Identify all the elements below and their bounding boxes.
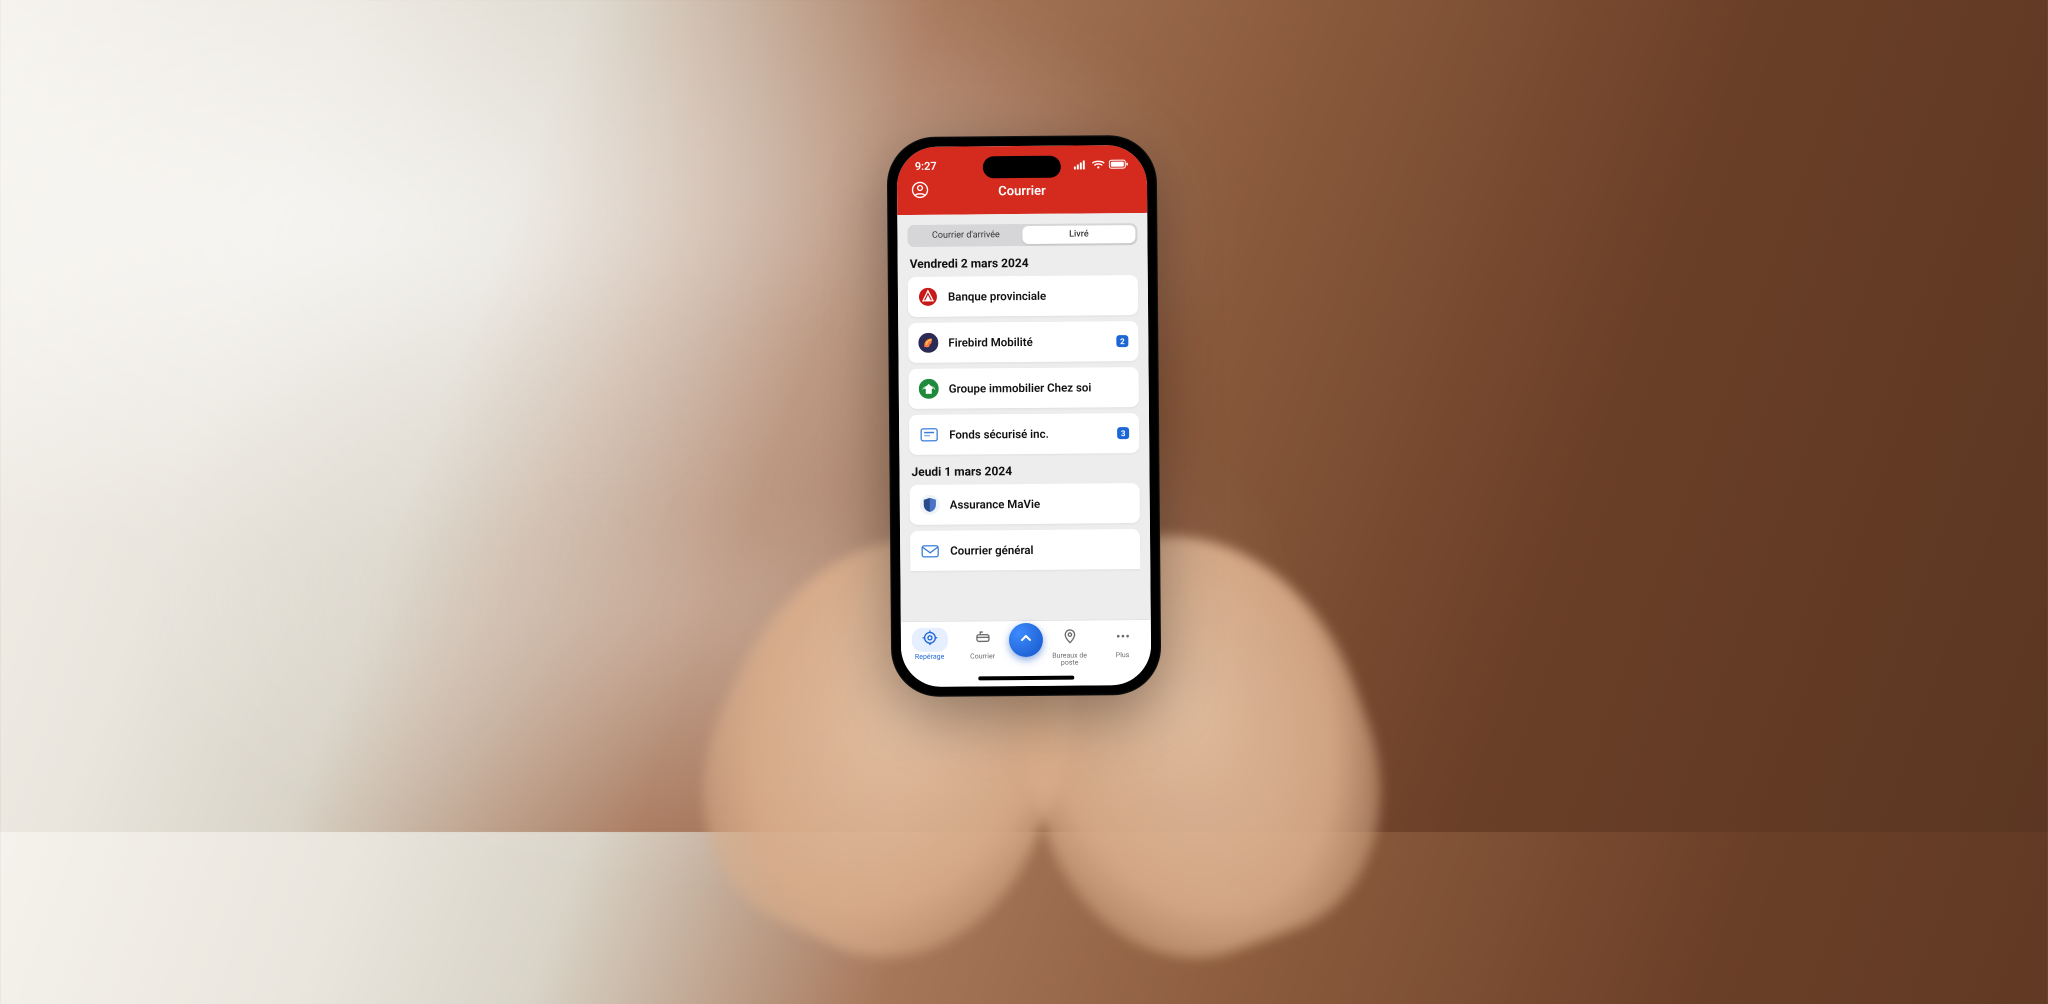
sender-icon (918, 287, 938, 307)
tab-label: Repérage (915, 653, 944, 661)
sender-name: Fonds sécurisé inc. (949, 426, 1107, 441)
tab-mail[interactable]: Courrier (956, 627, 1009, 661)
phone-screen: 9:27 Courrier (897, 145, 1152, 687)
pin-icon (1061, 629, 1077, 648)
sender-icon (920, 541, 940, 561)
battery-icon (1109, 159, 1129, 169)
count-badge: 2 (1116, 335, 1128, 347)
section-header: Jeudi 1 mars 2024 (911, 463, 1137, 479)
tab-label: Plus (1116, 652, 1130, 660)
mail-card-courrier-general[interactable]: Courrier général (910, 529, 1140, 571)
more-dots-icon (1114, 628, 1130, 647)
status-time: 9:27 (915, 159, 937, 172)
segment-delivered[interactable]: Livré (1022, 225, 1135, 244)
phone-frame: 9:27 Courrier (887, 135, 1162, 697)
signal-icon (1074, 159, 1088, 169)
sender-icon (919, 379, 939, 399)
mail-card-groupe-immobilier[interactable]: Groupe immobilier Chez soi (909, 367, 1139, 409)
tab-label: Bureaux de poste (1043, 652, 1096, 668)
wifi-icon (1092, 159, 1105, 169)
sender-name: Firebird Mobilité (948, 334, 1106, 349)
profile-button[interactable] (911, 181, 929, 203)
sender-name: Courrier général (950, 542, 1130, 558)
mail-card-fonds-securise[interactable]: Fonds sécurisé inc. 3 (909, 413, 1139, 455)
sender-icon (920, 495, 940, 515)
home-indicator (978, 676, 1074, 681)
count-badge: 3 (1117, 427, 1129, 439)
mailbox-icon (974, 630, 990, 649)
sender-name: Banque provinciale (948, 288, 1128, 304)
app-body: Courrier d'arrivée Livré Vendredi 2 mars… (897, 213, 1151, 621)
segmented-control: Courrier d'arrivée Livré (907, 223, 1137, 247)
section-header: Vendredi 2 mars 2024 (910, 255, 1136, 271)
tab-label: Courrier (970, 653, 995, 661)
target-icon (921, 630, 937, 649)
mail-card-firebird[interactable]: Firebird Mobilité 2 (908, 321, 1138, 363)
mail-card-banque-provinciale[interactable]: Banque provinciale (908, 275, 1138, 317)
page-title: Courrier (998, 183, 1046, 198)
chevron-up-icon (1018, 630, 1034, 650)
tab-more[interactable]: Plus (1096, 626, 1149, 660)
sender-icon (919, 425, 939, 445)
sender-name: Assurance MaVie (950, 496, 1130, 512)
sender-icon (918, 333, 938, 353)
dynamic-island (983, 156, 1061, 179)
segment-arriving[interactable]: Courrier d'arrivée (909, 226, 1022, 245)
mail-card-assurance-mavie[interactable]: Assurance MaVie (910, 483, 1140, 525)
sender-name: Groupe immobilier Chez soi (949, 380, 1129, 396)
tab-tracking[interactable]: Repérage (903, 627, 956, 661)
fab-scan-button[interactable] (1009, 622, 1043, 656)
tab-post-offices[interactable]: Bureaux de poste (1043, 626, 1096, 668)
